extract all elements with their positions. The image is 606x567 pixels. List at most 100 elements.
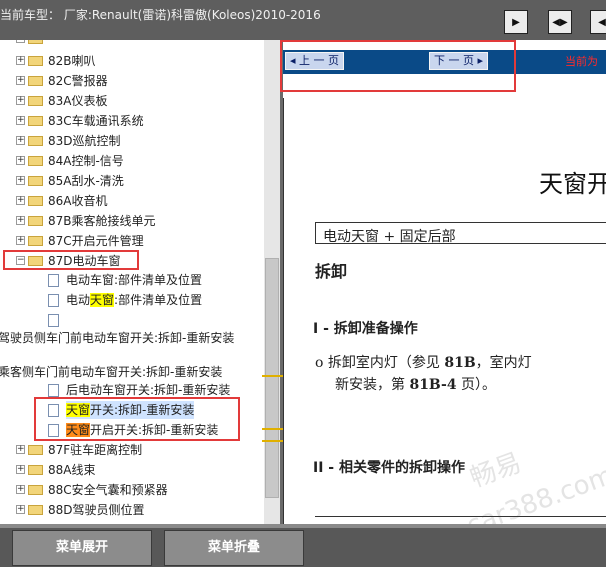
tree-folder-88a[interactable]: + 88A线束 bbox=[16, 461, 256, 479]
current-page-label: 当前为 bbox=[565, 55, 598, 68]
marker-line bbox=[262, 428, 284, 430]
tree-folder-label: 87C开启元件管理 bbox=[48, 234, 144, 248]
folder-icon bbox=[28, 465, 43, 475]
tree-folder-87b[interactable]: + 87B乘客舱接线单元 bbox=[16, 212, 256, 230]
folder-icon bbox=[28, 96, 43, 106]
tree-folder-label: 82B喇叭 bbox=[48, 54, 96, 68]
page-border bbox=[283, 98, 284, 524]
document-icon bbox=[48, 314, 59, 327]
tree-leaf-label: 电动车窗:部件清单及位置 bbox=[66, 273, 203, 287]
bullet-text: 新安装，第 bbox=[335, 377, 410, 393]
tree-folder-88c[interactable]: + 88C安全气囊和预紧器 bbox=[16, 481, 256, 499]
folder-icon bbox=[28, 40, 43, 44]
tree-folder-label: 85A刮水-清洗 bbox=[48, 174, 124, 188]
expand-toggle-icon[interactable]: + bbox=[16, 76, 25, 85]
tree-folder-83c[interactable]: + 83C车载通讯系统 bbox=[16, 112, 256, 130]
folder-icon bbox=[28, 216, 43, 226]
search-highlight: 天窗 bbox=[90, 293, 115, 307]
tree-leaf-label: 电动 bbox=[66, 293, 91, 307]
folder-icon bbox=[28, 505, 43, 515]
tree-scrollbar[interactable] bbox=[264, 40, 280, 524]
step-heading: I - 拆卸准备操作 bbox=[313, 321, 418, 337]
folder-icon bbox=[28, 485, 43, 495]
expand-toggle-icon[interactable]: + bbox=[16, 216, 25, 225]
expand-toggle-icon[interactable]: + bbox=[16, 116, 25, 125]
tree-leaf[interactable]: 电动天窗:部件清单及位置 bbox=[66, 291, 202, 309]
title-bar: 当前车型： 厂家:Renault(雷诺)科雷傲(Koleos)2010-2016… bbox=[0, 0, 606, 40]
tree-leaf-long[interactable]: 驾驶员侧车门前电动车窗开关:拆卸-重新安装 bbox=[0, 329, 234, 347]
annotation-box-sunroof bbox=[34, 397, 240, 441]
tree-folder-label: 83A仪表板 bbox=[48, 94, 108, 108]
reference-link[interactable]: 81B-4 bbox=[409, 377, 456, 393]
tree-leaf-label: 驾驶员侧车门前电动车窗开关:拆卸-重新安装 bbox=[0, 331, 235, 345]
document-viewer: ◂ 上 一 页 下 一 页 ▸ 当前为 天窗开 电动天窗 + 固定后部 拆卸 I… bbox=[283, 40, 606, 524]
split-view-button[interactable]: ◀▶ bbox=[548, 10, 572, 34]
expand-toggle-icon[interactable]: + bbox=[16, 465, 25, 474]
watermark: 畅易 bbox=[466, 447, 526, 494]
expand-left-button[interactable]: ◀ bbox=[590, 10, 606, 34]
tree-folder-83a[interactable]: + 83A仪表板 bbox=[16, 92, 256, 110]
expand-toggle-icon[interactable]: + bbox=[16, 56, 25, 65]
document-icon bbox=[48, 294, 59, 307]
expand-toggle-icon[interactable]: + bbox=[16, 40, 25, 43]
expand-toggle-icon[interactable]: + bbox=[16, 156, 25, 165]
tree-leaf[interactable]: 电动车窗:部件清单及位置 bbox=[66, 271, 202, 289]
menu-tree[interactable]: + + 82B喇叭 + 82C警报器 + 83A仪表板 + 83C车载通讯系统 … bbox=[0, 40, 264, 524]
page-rule bbox=[315, 516, 606, 517]
tree-leaf-label: :部件清单及位置 bbox=[114, 293, 203, 307]
tree-folder-85a[interactable]: + 85A刮水-清洗 bbox=[16, 172, 256, 190]
reference-link[interactable]: 81B bbox=[444, 355, 475, 371]
folder-icon bbox=[28, 76, 43, 86]
folder-icon bbox=[28, 56, 43, 66]
page-title: 天窗开 bbox=[539, 170, 606, 198]
tree-scrollbar-thumb[interactable] bbox=[265, 258, 279, 498]
expand-right-button[interactable]: ▶ bbox=[504, 10, 528, 34]
bullet-text: ，室内灯 bbox=[475, 355, 532, 371]
expand-toggle-icon[interactable]: + bbox=[16, 445, 25, 454]
tree-folder-label: 84A控制-信号 bbox=[48, 154, 124, 168]
annotation-box-nav bbox=[280, 40, 516, 92]
folder-icon bbox=[28, 176, 43, 186]
annotation-box-87d bbox=[3, 250, 139, 270]
folder-icon bbox=[28, 156, 43, 166]
tree-folder-83d[interactable]: + 83D巡航控制 bbox=[16, 132, 256, 150]
document-icon bbox=[48, 384, 59, 397]
tree-folder-88d[interactable]: + 88D驾驶员侧位置 bbox=[16, 501, 256, 519]
tree-folder-label: 87F驻车距离控制 bbox=[48, 443, 143, 457]
folder-icon bbox=[28, 445, 43, 455]
collapse-menu-button[interactable]: 菜单折叠 bbox=[164, 530, 304, 566]
tree-leaf-label: 乘客侧车门前电动车窗开关:拆卸-重新安装 bbox=[0, 365, 223, 379]
tree-leaf-long[interactable]: 乘客侧车门前电动车窗开关:拆卸-重新安装 bbox=[0, 363, 222, 381]
section-title: 电动天窗 + 固定后部 bbox=[323, 229, 456, 245]
car-model-title: 当前车型： 厂家:Renault(雷诺)科雷傲(Koleos)2010-2016 bbox=[0, 8, 321, 22]
expand-toggle-icon[interactable]: + bbox=[16, 236, 25, 245]
arrow-right-icon: ▶ bbox=[512, 16, 520, 28]
split-arrows-icon: ◀▶ bbox=[552, 16, 568, 28]
tree-folder-label: 88C安全气囊和预紧器 bbox=[48, 483, 168, 497]
tree-folder-label: 87B乘客舱接线单元 bbox=[48, 214, 156, 228]
expand-toggle-icon[interactable]: + bbox=[16, 136, 25, 145]
bullet-text: 页）。 bbox=[456, 377, 497, 393]
folder-icon bbox=[28, 196, 43, 206]
marker-line bbox=[262, 440, 284, 442]
tree-folder-86a[interactable]: + 86A收音机 bbox=[16, 192, 256, 210]
bullet-text: o 拆卸室内灯（参见 bbox=[315, 355, 445, 371]
tree-folder-87c[interactable]: + 87C开启元件管理 bbox=[16, 232, 256, 250]
expand-toggle-icon[interactable]: + bbox=[16, 505, 25, 514]
expand-toggle-icon[interactable]: + bbox=[16, 96, 25, 105]
expand-toggle-icon[interactable]: + bbox=[16, 485, 25, 494]
folder-icon bbox=[28, 136, 43, 146]
tree-folder-84a[interactable]: + 84A控制-信号 bbox=[16, 152, 256, 170]
tree-folder-82b[interactable]: + 82B喇叭 bbox=[16, 52, 256, 70]
procedure-heading: 拆卸 bbox=[315, 262, 348, 281]
expand-toggle-icon[interactable]: + bbox=[16, 196, 25, 205]
tree-folder-82c[interactable]: + 82C警报器 bbox=[16, 72, 256, 90]
tree-folder[interactable]: + bbox=[16, 40, 256, 48]
expand-toggle-icon[interactable]: + bbox=[16, 176, 25, 185]
expand-menu-button[interactable]: 菜单展开 bbox=[12, 530, 152, 566]
marker-line bbox=[262, 375, 284, 377]
tree-folder-87f[interactable]: + 87F驻车距离控制 bbox=[16, 441, 256, 459]
folder-icon bbox=[28, 236, 43, 246]
tree-folder-label: 82C警报器 bbox=[48, 74, 108, 88]
bullet-line: o 拆卸室内灯（参见 81B，室内灯 bbox=[315, 352, 532, 372]
